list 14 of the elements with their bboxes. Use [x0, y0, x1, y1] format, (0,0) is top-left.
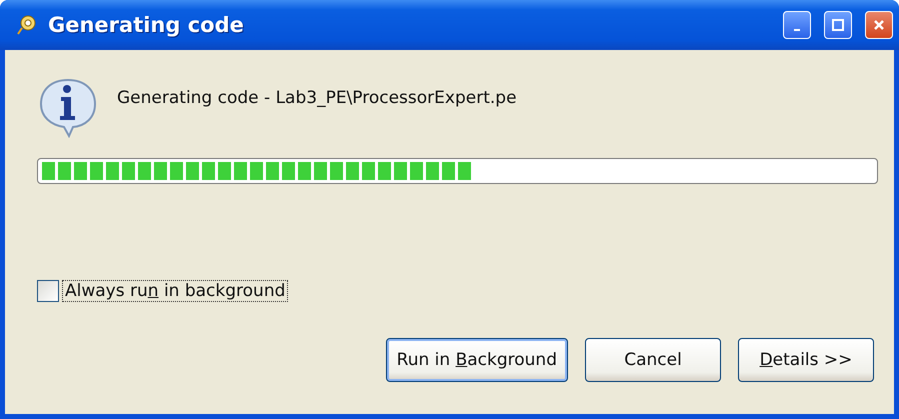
close-icon	[872, 18, 886, 32]
dialog-button[interactable]: Run in Background	[386, 338, 568, 382]
window-title: Generating code	[48, 13, 245, 37]
info-icon	[37, 76, 99, 138]
checkbox[interactable]	[37, 280, 59, 302]
dialog-button[interactable]: Cancel	[585, 338, 721, 382]
dialog-button[interactable]: Details >>	[738, 338, 874, 382]
status-message: Generating code - Lab3_PE\ProcessorExpert.pe	[117, 88, 517, 108]
close-button[interactable]	[865, 11, 893, 39]
maximize-button[interactable]	[824, 11, 852, 39]
minimize-icon	[794, 29, 800, 31]
checkbox-label[interactable]: Always run in background	[63, 281, 288, 301]
minimize-button[interactable]	[783, 11, 811, 39]
maximize-icon	[831, 18, 845, 32]
